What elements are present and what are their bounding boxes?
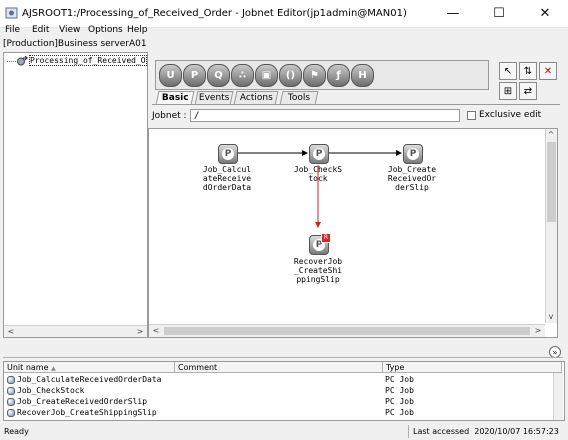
scroll-left-icon[interactable]: < xyxy=(149,325,163,337)
judgment-job-icon[interactable]: () xyxy=(279,64,302,87)
pc-job-status-icon xyxy=(7,409,15,417)
action-job-icon[interactable]: ▣ xyxy=(255,64,278,87)
pc-job-icon[interactable]: P xyxy=(183,64,206,87)
node-label-calculate: Job_Calcul ateReceive dOrderData xyxy=(202,165,252,192)
server-label: [Production]Business serverA01 xyxy=(3,39,147,49)
exclusive-edit-checkbox[interactable] xyxy=(467,111,476,120)
unit-palette: U P Q ∴ ▣ () ⚑ ƒ H xyxy=(155,60,489,90)
tab-divider xyxy=(152,104,560,105)
column-type[interactable]: Type xyxy=(383,362,562,373)
tab-actions[interactable]: Actions xyxy=(233,91,279,105)
unit-type-cell: PC Job xyxy=(385,408,414,417)
jobnet-map-area[interactable]: P Job_Calcul ateReceive dOrderData P Job… xyxy=(148,128,558,338)
last-accessed: Last accessed 2020/10/07 16:57:23 xyxy=(408,425,564,438)
tree-item-jobnet[interactable]: Processing_of_Received_Order xyxy=(29,55,147,66)
jobnet-label: Jobnet : xyxy=(152,111,187,121)
node-label-createreceived: Job_Create ReceivedOr derSlip xyxy=(387,165,437,192)
table-row[interactable]: Job_CheckStock PC Job xyxy=(4,385,562,396)
table-row[interactable]: Job_CalculateReceivedOrderData PC Job xyxy=(4,374,562,385)
unit-name-cell: RecoverJob_CreateShippingSlip xyxy=(17,408,157,417)
unit-list: Unit name ▲ Comment Type Job_CalculateRe… xyxy=(3,361,565,421)
unit-name-cell: Job_CreateReceivedOrderSlip xyxy=(17,397,148,406)
tab-events[interactable]: Events xyxy=(194,91,234,105)
exclusive-edit-label: Exclusive edit xyxy=(479,110,542,120)
menu-edit[interactable]: Edit xyxy=(32,25,49,35)
jobnet-tree[interactable]: Processing_of_Received_Order < > xyxy=(3,52,148,338)
unit-name-cell: Job_CheckStock xyxy=(17,386,85,395)
tree-connector-icon xyxy=(7,55,29,67)
menu-file[interactable]: File xyxy=(5,25,20,35)
sort-ascending-icon: ▲ xyxy=(51,365,56,372)
unit-type-cell: PC Job xyxy=(385,397,414,406)
unit-type-cell: PC Job xyxy=(385,375,414,384)
window-title: AJSROOT1:/Processing_of_Received_Order -… xyxy=(22,8,407,19)
hold-job-icon[interactable]: H xyxy=(351,64,374,87)
status-text: Ready xyxy=(4,427,29,436)
relation-lines xyxy=(238,150,402,228)
vertical-scroll-thumb[interactable] xyxy=(547,142,556,222)
event-job-icon[interactable]: ∴ xyxy=(231,64,254,87)
column-unit-name[interactable]: Unit name ▲ xyxy=(4,362,175,373)
scroll-right-icon[interactable]: > xyxy=(133,326,147,338)
panel-divider xyxy=(3,357,563,358)
connect-units-icon[interactable]: ⇅ xyxy=(519,62,537,80)
pc-job-status-icon xyxy=(7,387,15,395)
list-vertical-scrollbar[interactable] xyxy=(553,373,563,420)
scroll-left-icon[interactable]: < xyxy=(4,326,18,338)
flag-job-icon[interactable]: ⚑ xyxy=(303,64,326,87)
unit-type-cell: PC Job xyxy=(385,386,414,395)
status-bar: Ready Last accessed 2020/10/07 16:57:23 xyxy=(0,424,568,440)
pc-job-status-icon xyxy=(7,376,15,384)
pc-job-node-icon[interactable]: P xyxy=(309,144,329,164)
scroll-right-icon[interactable]: > xyxy=(531,325,545,337)
map-vertical-scrollbar[interactable]: ^ v xyxy=(545,129,557,323)
tab-tools[interactable]: Tools xyxy=(279,91,319,105)
horizontal-scroll-thumb[interactable] xyxy=(164,327,530,335)
menu-bar: File Edit View Options Help xyxy=(0,24,568,38)
tab-basic[interactable]: Basic xyxy=(155,91,195,105)
relation-line-icon[interactable]: ⇄ xyxy=(519,82,537,100)
align-units-icon[interactable]: ⊞ xyxy=(499,82,517,100)
menu-view[interactable]: View xyxy=(59,25,80,35)
custom-job-icon[interactable]: ƒ xyxy=(327,64,350,87)
app-icon xyxy=(5,7,18,19)
pc-job-status-icon xyxy=(7,398,15,406)
unit-jobnet-icon[interactable]: U xyxy=(159,64,182,87)
column-comment[interactable]: Comment xyxy=(175,362,383,373)
table-row[interactable]: RecoverJob_CreateShippingSlip PC Job xyxy=(4,407,562,418)
pc-job-node-icon[interactable]: P xyxy=(403,144,423,164)
tree-horizontal-scrollbar[interactable]: < > xyxy=(4,325,147,337)
delete-connection-icon[interactable]: ✕ xyxy=(539,62,557,80)
scroll-up-icon[interactable]: ^ xyxy=(545,129,557,141)
select-pointer-icon[interactable]: ↖ xyxy=(499,62,517,80)
menu-options[interactable]: Options xyxy=(88,25,123,35)
map-horizontal-scrollbar[interactable]: < > xyxy=(149,324,545,337)
jobnet-path-field[interactable]: / xyxy=(190,109,460,122)
unit-name-cell: Job_CalculateReceivedOrderData xyxy=(17,375,162,384)
node-label-recoverjob: RecoverJob _CreateShi ppingSlip xyxy=(293,257,343,284)
menu-help[interactable]: Help xyxy=(127,25,148,35)
queue-job-icon[interactable]: Q xyxy=(207,64,230,87)
table-row[interactable]: Job_CreateReceivedOrderSlip PC Job xyxy=(4,396,562,407)
recovery-job-node-icon[interactable]: PR xyxy=(309,233,331,255)
scroll-down-icon[interactable]: v xyxy=(545,311,557,323)
node-label-checkstock: Job_CheckS tock xyxy=(293,165,343,183)
pc-job-node-icon[interactable]: P xyxy=(218,144,238,164)
